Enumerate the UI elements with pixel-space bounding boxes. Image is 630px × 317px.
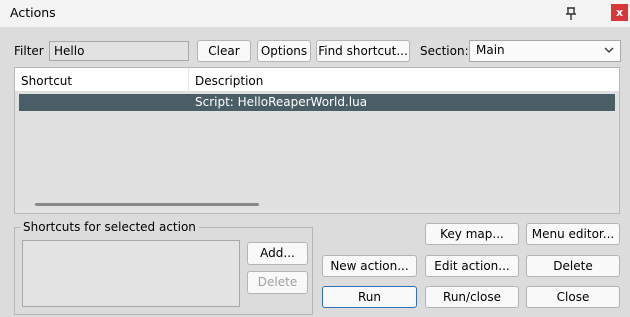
clear-button[interactable]: Clear bbox=[197, 40, 251, 62]
delete-shortcut-button[interactable]: Delete bbox=[247, 271, 308, 294]
shortcuts-list[interactable] bbox=[22, 240, 240, 307]
close-window-button[interactable]: x bbox=[611, 4, 628, 21]
row-description: Script: HelloReaperWorld.lua bbox=[195, 95, 368, 109]
run-button[interactable]: Run bbox=[322, 286, 417, 308]
run-close-button[interactable]: Run/close bbox=[425, 286, 519, 308]
key-map-button[interactable]: Key map... bbox=[425, 223, 519, 245]
column-header-description[interactable]: Description bbox=[195, 74, 263, 88]
new-action-button[interactable]: New action... bbox=[322, 255, 417, 277]
shortcuts-group-title: Shortcuts for selected action bbox=[20, 220, 199, 234]
delete-action-button[interactable]: Delete bbox=[526, 255, 620, 277]
list-header: Shortcut Description bbox=[15, 68, 619, 92]
close-button[interactable]: Close bbox=[526, 286, 620, 308]
section-value: Main bbox=[476, 43, 505, 57]
filter-input[interactable]: Hello bbox=[49, 41, 189, 61]
section-label: Section: bbox=[420, 44, 469, 58]
options-button[interactable]: Options bbox=[257, 40, 311, 62]
horizontal-scrollbar[interactable] bbox=[35, 203, 259, 206]
filter-label: Filter bbox=[14, 44, 44, 58]
column-divider[interactable] bbox=[188, 68, 189, 92]
edit-action-button[interactable]: Edit action... bbox=[425, 255, 519, 277]
add-shortcut-button[interactable]: Add... bbox=[247, 242, 308, 265]
actions-list[interactable]: Shortcut Description Script: HelloReaper… bbox=[14, 67, 620, 214]
column-header-shortcut[interactable]: Shortcut bbox=[21, 74, 72, 88]
find-shortcut-button[interactable]: Find shortcut... bbox=[316, 40, 410, 62]
title-bar: Actions x bbox=[0, 0, 630, 27]
table-row[interactable]: Script: HelloReaperWorld.lua bbox=[19, 94, 615, 111]
window-title: Actions bbox=[10, 5, 56, 20]
menu-editor-button[interactable]: Menu editor... bbox=[526, 223, 620, 245]
section-select[interactable]: Main bbox=[469, 40, 621, 62]
pin-icon[interactable] bbox=[561, 5, 581, 23]
chevron-down-icon bbox=[604, 47, 614, 53]
